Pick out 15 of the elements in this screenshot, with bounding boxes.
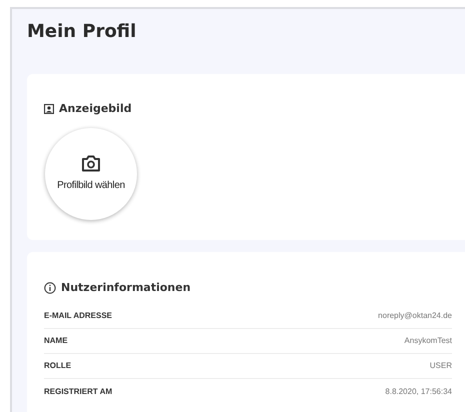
field-label: E-MAIL ADRESSE — [44, 310, 112, 322]
field-value: 8.8.2020, 17:56:34 — [385, 386, 452, 398]
camera-icon — [81, 154, 101, 172]
field-label: ROLLE — [44, 360, 72, 372]
field-value: AnsykomTest — [404, 335, 452, 347]
section-title: Nutzerinformationen — [61, 280, 191, 296]
portrait-icon — [44, 104, 54, 114]
field-value: USER — [430, 360, 452, 372]
field-label: NAME — [44, 335, 68, 347]
field-value: noreply@oktan24.de — [378, 310, 452, 322]
field-label: REGISTRIERT AM — [44, 386, 112, 398]
info-icon — [44, 282, 56, 294]
page-title: Mein Profil — [27, 20, 138, 44]
section-title: Anzeigebild — [59, 101, 132, 117]
choose-picture-button[interactable]: Profilbild wählen — [45, 128, 137, 220]
